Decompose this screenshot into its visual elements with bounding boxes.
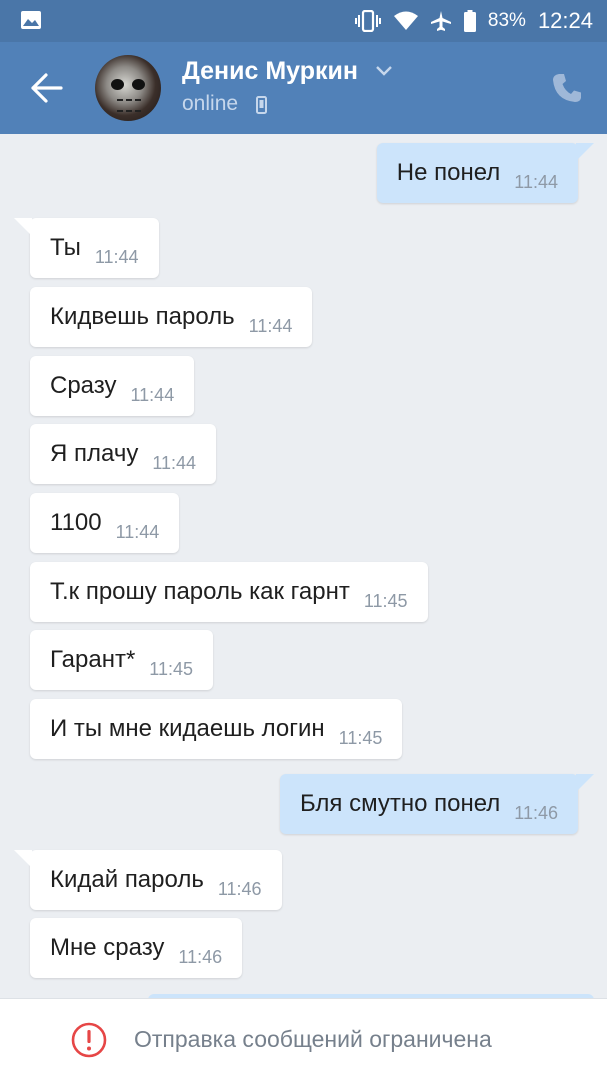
bubble-tail	[576, 774, 594, 792]
wifi-icon	[393, 11, 418, 31]
phone-call-icon[interactable]	[552, 72, 582, 104]
bubble-tail	[14, 218, 32, 236]
message-time: 11:44	[94, 246, 139, 267]
chevron-down-icon[interactable]	[375, 64, 393, 78]
vibrate-icon	[354, 10, 382, 32]
chat-header: Денис Муркин online	[0, 42, 607, 134]
message-bubble-incoming[interactable]: Сразу 11:44	[30, 356, 195, 416]
message-time: 11:45	[363, 590, 408, 611]
avatar-eye	[132, 79, 145, 90]
message-time: 11:44	[248, 315, 293, 336]
message-text: 1100	[50, 509, 102, 536]
avatar[interactable]	[95, 55, 161, 121]
contact-status: online	[182, 92, 239, 115]
message-time: 11:46	[514, 802, 558, 823]
message-time: 11:46	[178, 946, 223, 967]
message-time: 11:44	[514, 171, 558, 192]
message-text: Ты	[50, 234, 81, 261]
mobile-device-icon	[256, 96, 267, 114]
message-text: Т.к прошу пароль как гарнт	[50, 578, 350, 605]
message-bubble-outgoing[interactable]: Не понел 11:44	[376, 143, 594, 203]
message-text: Не понел	[396, 159, 501, 186]
message-bubble-incoming[interactable]: Гарант* 11:45	[30, 630, 213, 690]
message-time: 11:45	[338, 727, 383, 748]
status-bar: 83% 12:24	[0, 0, 607, 42]
gallery-notification-icon	[20, 10, 42, 30]
message-text: Бля смутно понел	[299, 790, 501, 817]
message-list[interactable]: Не понел 11:44 Ты 11:44 Кидвешь пароль 1…	[0, 134, 607, 1000]
battery-percent: 83%	[487, 10, 526, 31]
message-bubble-outgoing[interactable]: Бля смутно понел 11:46	[279, 774, 594, 834]
message-text: Мне сразу	[50, 934, 165, 961]
clock-time: 12:24	[537, 8, 593, 33]
message-bubble-incoming[interactable]: Я плачу 11:44	[30, 424, 217, 484]
battery-icon	[463, 10, 476, 32]
message-bubble-incoming[interactable]: Мне сразу 11:46	[30, 918, 243, 978]
message-bubble-incoming[interactable]: Т.к прошу пароль как гарнт 11:45	[30, 562, 428, 622]
message-bubble-incoming[interactable]: И ты мне кидаешь логин 11:45	[30, 699, 403, 759]
message-time: 11:45	[149, 658, 193, 679]
warning-icon	[70, 1021, 108, 1059]
airplane-mode-icon	[430, 10, 452, 32]
message-text: И ты мне кидаешь логин	[50, 715, 325, 742]
message-time: 11:44	[115, 521, 160, 542]
bubble-tail	[576, 143, 594, 161]
message-text: Сразу	[50, 372, 117, 399]
back-arrow-icon[interactable]	[28, 70, 68, 106]
message-time: 11:46	[217, 878, 262, 899]
avatar-eye	[111, 79, 124, 90]
message-time: 11:44	[130, 384, 175, 405]
avatar-mouth	[117, 99, 141, 112]
messaging-restricted-banner: Отправка сообщений ограничена	[0, 998, 607, 1081]
message-text: Кидай пароль	[50, 866, 204, 893]
message-bubble-incoming[interactable]: Кидай пароль 11:46	[14, 850, 282, 910]
bubble-tail	[14, 850, 32, 868]
message-text: Кидвешь пароль	[50, 303, 235, 330]
message-text: Гарант*	[50, 646, 136, 673]
message-bubble-incoming[interactable]: Кидвешь пароль 11:44	[30, 287, 313, 347]
restriction-notice: Отправка сообщений ограничена	[134, 1026, 492, 1052]
message-text: Я плачу	[50, 440, 139, 467]
message-bubble-incoming[interactable]: Ты 11:44	[14, 218, 159, 278]
contact-name[interactable]: Денис Муркин	[182, 57, 358, 86]
message-bubble-incoming[interactable]: 1100 11:44	[30, 493, 180, 553]
message-time: 11:44	[152, 452, 197, 473]
